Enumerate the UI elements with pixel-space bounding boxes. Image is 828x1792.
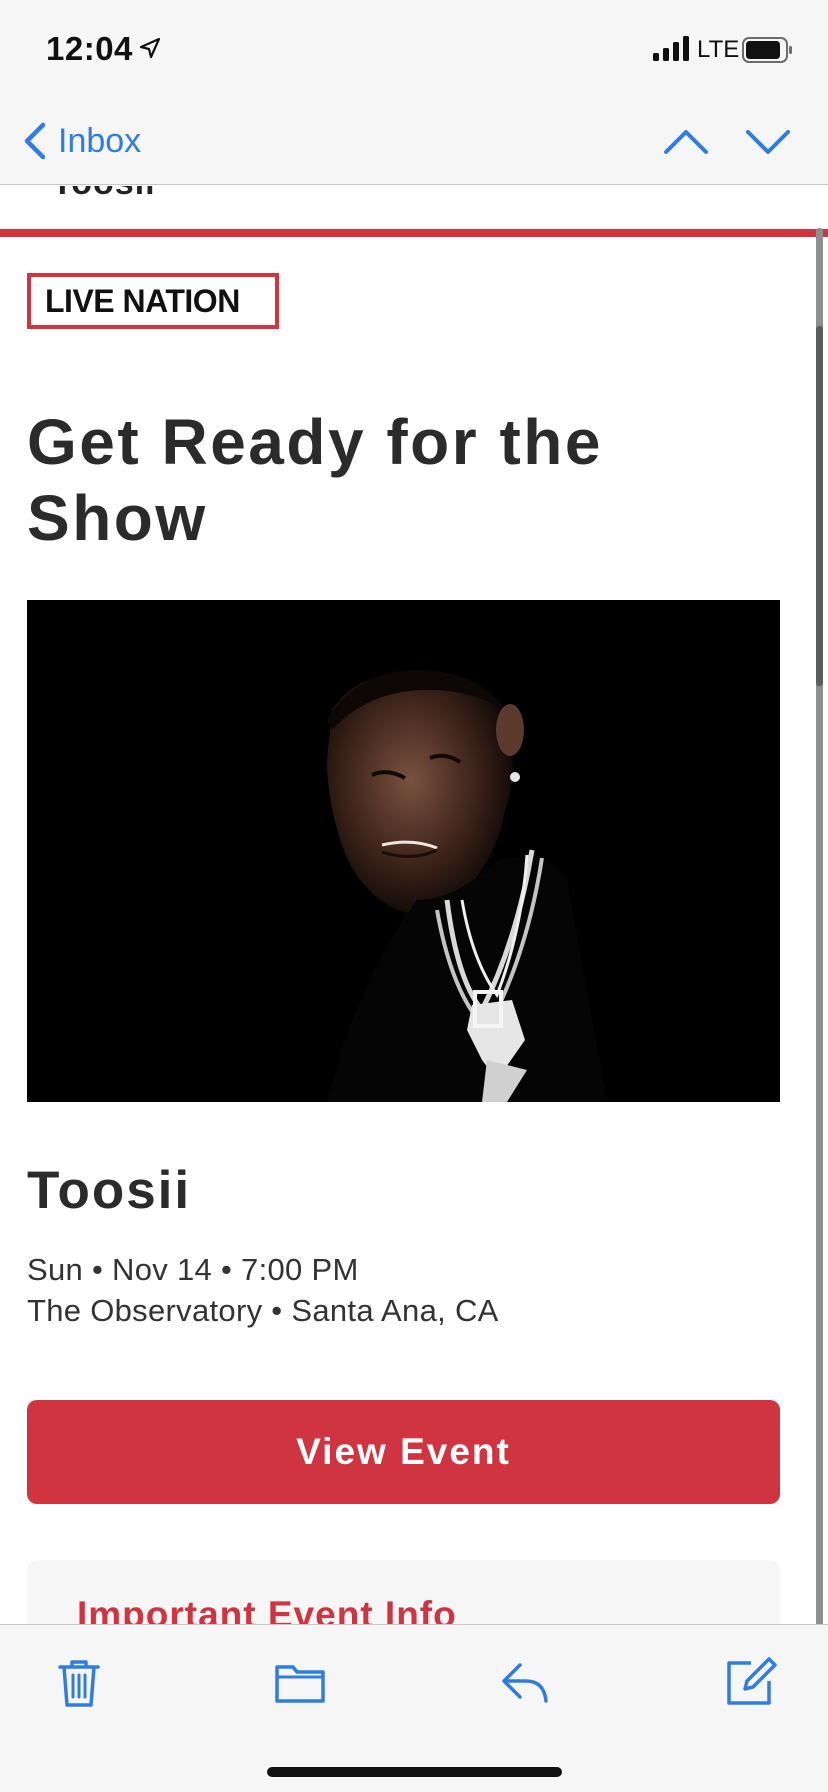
chevron-up-icon[interactable] — [660, 120, 712, 164]
important-info-box: Important Event Info — [27, 1560, 780, 1624]
mail-nav-bar: Inbox — [0, 100, 828, 185]
artist-photo-graphic — [27, 600, 780, 1102]
view-event-button[interactable]: View Event — [27, 1400, 780, 1504]
artist-name: Toosii — [27, 1161, 192, 1220]
brand-divider — [0, 229, 828, 237]
location-arrow-icon — [139, 37, 161, 59]
reply-icon[interactable] — [498, 1655, 552, 1709]
event-date: Sun • Nov 14 • 7:00 PM — [27, 1252, 359, 1287]
compose-icon[interactable] — [723, 1655, 777, 1709]
chevron-down-icon[interactable] — [742, 120, 794, 164]
live-nation-logo[interactable]: LIVE NATION — [27, 273, 279, 329]
mail-toolbar — [0, 1624, 828, 1792]
home-indicator[interactable] — [267, 1767, 562, 1777]
status-time: 12:04 — [46, 30, 133, 67]
back-to-inbox-button[interactable]: Inbox — [22, 118, 141, 164]
cut-off-heading: Toosii — [52, 186, 156, 203]
event-venue: The Observatory • Santa Ana, CA — [27, 1293, 499, 1328]
trash-icon[interactable] — [52, 1655, 106, 1709]
artist-photo[interactable] — [27, 600, 780, 1102]
back-label: Inbox — [58, 121, 142, 160]
folder-icon[interactable] — [273, 1655, 327, 1709]
battery-icon — [742, 37, 792, 63]
important-info-title: Important Event Info — [77, 1594, 457, 1624]
chevron-left-icon — [24, 122, 46, 160]
view-event-label: View Event — [296, 1431, 511, 1472]
status-bar: 12:04 LTE — [0, 0, 828, 100]
signal-bars-icon — [653, 36, 689, 61]
network-type: LTE — [697, 36, 740, 63]
scrollbar-thumb[interactable] — [816, 326, 823, 686]
logo-text: LIVE NATION — [45, 282, 240, 319]
email-body[interactable]: Toosii LIVE NATION Get Ready for the Sho… — [0, 186, 828, 1624]
email-headline: Get Ready for the Show — [27, 406, 603, 554]
